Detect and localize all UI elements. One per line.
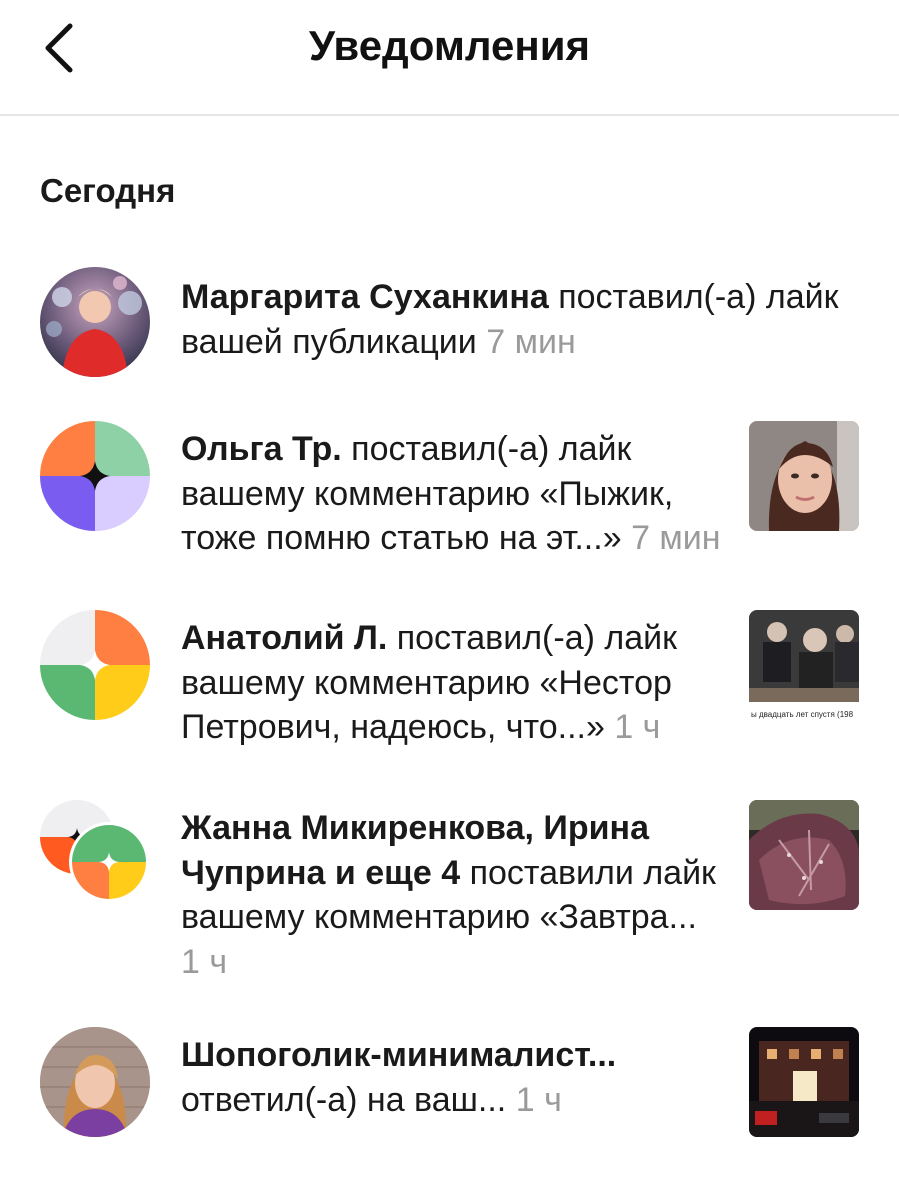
avatar[interactable] (40, 267, 150, 377)
notification-text: Шопоголик-минималист... ответил(-а) на в… (181, 1033, 721, 1122)
post-thumbnail[interactable] (749, 1027, 859, 1137)
notification-author: Маргарита Суханкина (181, 278, 549, 316)
notification-text: Ольга Тр. поставил(-а) лайк вашему комме… (181, 427, 721, 561)
notification-author: Шопоголик-минималист... (181, 1036, 617, 1074)
notification-time: 1 ч (181, 942, 228, 981)
notification-item[interactable]: Анатолий Л. поставил(-а) лайк вашему ком… (0, 610, 899, 790)
notification-item[interactable]: Шопоголик-минималист... ответил(-а) на в… (0, 1027, 899, 1139)
notification-item[interactable]: Маргарита Суханкина поставил(-а) лайк ва… (0, 267, 899, 379)
notification-text: Анатолий Л. поставил(-а) лайк вашему ком… (181, 616, 721, 750)
notification-item[interactable]: Жанна Микиренкова, Ирина Чуприна и еще 4… (0, 800, 899, 981)
notification-action: ответил(-а) на ваш... (181, 1080, 507, 1119)
notification-author: Анатолий Л. (181, 619, 388, 657)
section-title-today: Сегодня (40, 172, 176, 209)
notification-time: 1 ч (515, 1080, 562, 1119)
group-avatar[interactable] (40, 800, 150, 910)
notification-time: 7 мин (486, 322, 576, 361)
post-thumbnail[interactable]: ы двадцать лет спустя (198 (749, 610, 859, 720)
notification-item[interactable]: Ольга Тр. поставил(-а) лайк вашему комме… (0, 421, 899, 601)
notification-text: Жанна Микиренкова, Ирина Чуприна и еще 4… (181, 806, 721, 984)
avatar[interactable] (40, 610, 150, 720)
post-thumbnail[interactable] (749, 421, 859, 531)
avatar[interactable] (40, 421, 150, 531)
top-bar: Уведомления (0, 0, 899, 116)
notification-time: 7 мин (631, 519, 721, 557)
notification-time: 1 ч (614, 708, 661, 746)
post-thumbnail[interactable] (749, 800, 859, 910)
notification-text: Маргарита Суханкина поставил(-а) лайк ва… (181, 275, 841, 364)
notification-author: Ольга Тр. (181, 430, 342, 468)
avatar[interactable] (40, 1027, 150, 1137)
page-title: Уведомления (308, 22, 591, 69)
thumbnail-caption: ы двадцать лет спустя (198 (751, 710, 854, 719)
